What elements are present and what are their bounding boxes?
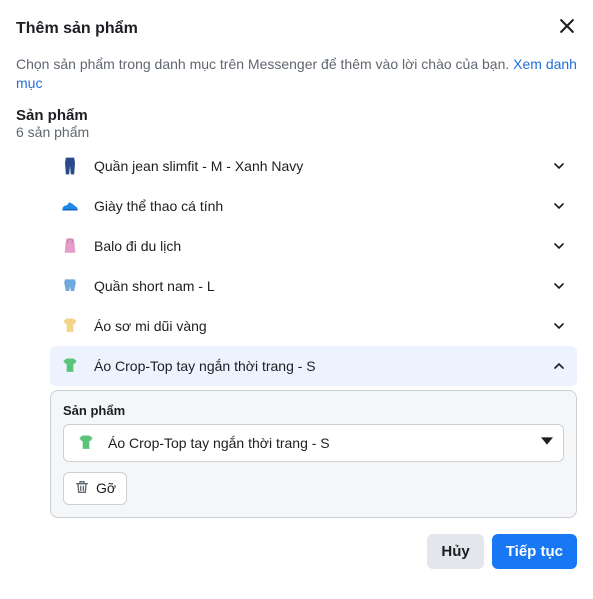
product-label: Quần jean slimfit - M - Xanh Navy xyxy=(94,158,539,174)
continue-button[interactable]: Tiếp tục xyxy=(492,534,577,569)
product-row[interactable]: Quần jean slimfit - M - Xanh Navy xyxy=(50,146,577,186)
product-thumb-icon xyxy=(58,354,82,378)
product-select[interactable]: Áo Crop-Top tay ngắn thời trang - S xyxy=(63,424,564,462)
chevron-down-icon xyxy=(551,278,567,294)
panel-field-label: Sản phẩm xyxy=(63,403,564,418)
product-label: Áo sơ mi dũi vàng xyxy=(94,318,539,334)
description-text: Chọn sản phẩm trong danh mục trên Messen… xyxy=(16,56,513,72)
dialog-title: Thêm sản phẩm xyxy=(16,20,138,38)
product-label: Áo Crop-Top tay ngắn thời trang - S xyxy=(94,358,539,374)
select-value: Áo Crop-Top tay ngắn thời trang - S xyxy=(108,435,531,451)
product-row[interactable]: Balo đi du lịch xyxy=(50,226,577,266)
product-thumb-icon xyxy=(58,234,82,258)
product-thumb-icon xyxy=(58,194,82,218)
chevron-down-icon xyxy=(551,198,567,214)
product-edit-panel: Sản phẩm Áo Crop-Top tay ngắn thời trang… xyxy=(50,390,577,518)
section-title: Sản phẩm xyxy=(16,107,577,124)
product-row[interactable]: Giày thể thao cá tính xyxy=(50,186,577,226)
product-row[interactable]: Quần short nam - L xyxy=(50,266,577,306)
product-row[interactable]: Áo Crop-Top tay ngắn thời trang - S xyxy=(50,346,577,386)
product-thumb-icon xyxy=(74,431,98,455)
product-label: Balo đi du lịch xyxy=(94,238,539,254)
product-thumb-icon xyxy=(58,154,82,178)
product-list: Quần jean slimfit - M - Xanh Navy Giày t… xyxy=(50,146,577,518)
chevron-down-icon xyxy=(551,158,567,174)
dialog-description: Chọn sản phẩm trong danh mục trên Messen… xyxy=(16,55,577,93)
product-label: Giày thể thao cá tính xyxy=(94,198,539,214)
remove-button[interactable]: Gỡ xyxy=(63,472,127,505)
chevron-up-icon xyxy=(551,358,567,374)
dialog-footer: Hủy Tiếp tục xyxy=(16,534,577,569)
product-label: Quần short nam - L xyxy=(94,278,539,294)
remove-label: Gỡ xyxy=(96,480,116,496)
product-row[interactable]: Áo sơ mi dũi vàng xyxy=(50,306,577,346)
caret-down-icon xyxy=(541,434,553,452)
close-icon xyxy=(557,16,577,41)
trash-icon xyxy=(74,479,90,498)
chevron-down-icon xyxy=(551,238,567,254)
chevron-down-icon xyxy=(551,318,567,334)
cancel-button[interactable]: Hủy xyxy=(427,534,483,569)
product-thumb-icon xyxy=(58,314,82,338)
close-button[interactable] xyxy=(557,16,577,41)
product-thumb-icon xyxy=(58,274,82,298)
section-subtitle: 6 sản phẩm xyxy=(16,124,577,140)
